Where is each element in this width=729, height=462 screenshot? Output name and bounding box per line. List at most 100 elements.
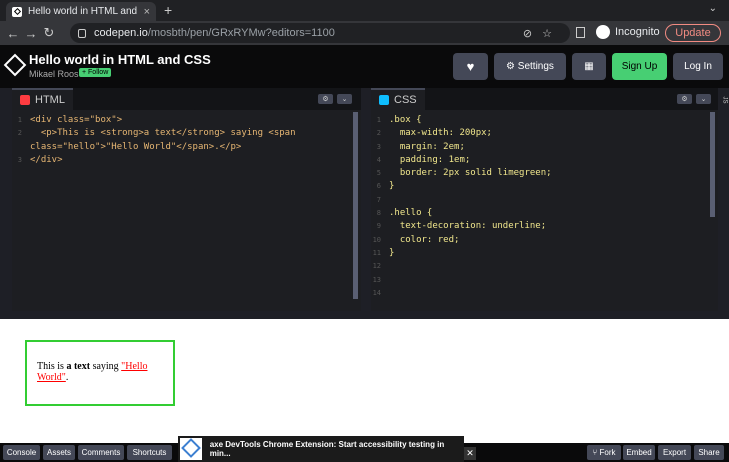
codepen-favicon-icon <box>12 6 22 17</box>
html-settings-button[interactable]: ⚙ <box>318 94 333 104</box>
css-collapse-button[interactable]: ⌄ <box>696 94 711 104</box>
axe-close-button[interactable]: ✕ <box>464 447 476 460</box>
export-button[interactable]: Export <box>658 445 691 460</box>
line-number: 13 <box>372 275 381 284</box>
tab-search-icon[interactable]: ⌄ <box>709 3 717 14</box>
url-host: codepen.io <box>94 27 148 39</box>
code-line[interactable]: 6} <box>371 180 718 193</box>
code-line[interactable]: 1 .box { <box>371 114 718 127</box>
code-line[interactable]: 9 text-decoration: underline; <box>371 220 718 233</box>
log-in-button[interactable]: Log In <box>673 53 723 80</box>
css-tab-label: CSS <box>394 94 417 106</box>
change-view-button[interactable]: ▦ <box>572 53 606 80</box>
code-line[interactable]: 11} <box>371 247 718 260</box>
url-path: /mosbth/pen/GRxRYMw?editors=1100 <box>147 27 335 39</box>
line-number: 5 <box>376 169 381 178</box>
code-line[interactable]: 8 .hello { <box>371 207 718 220</box>
code-line[interactable]: 1 <div class="box"> <box>12 114 361 127</box>
update-button[interactable]: Update <box>665 24 721 42</box>
code-line[interactable]: 5 border: 2px solid limegreen; <box>371 167 718 180</box>
line-number: 1 <box>17 116 22 124</box>
code-line[interactable]: class="hello">"Hello World"</span>.</p> <box>12 141 361 154</box>
share-button[interactable]: Share <box>694 445 724 460</box>
css-code[interactable]: 1 .box {2 max-width: 200px; 3 margin: 2em;… <box>371 110 718 300</box>
new-tab-button[interactable]: + <box>164 2 172 18</box>
forward-icon[interactable]: → <box>22 26 40 41</box>
preview-text-mid: saying <box>90 361 122 372</box>
js-pane-label: JS <box>721 96 728 104</box>
url-input[interactable]: codepen.io /mosbth/pen/GRxRYMw?editors=1… <box>70 23 570 43</box>
code-line[interactable]: 13 <box>371 274 718 287</box>
html-code[interactable]: 1 <div class="box"> 2 <p>This is <strong>a… <box>12 110 361 167</box>
code-text: } <box>389 247 395 258</box>
code-line[interactable]: 4 padding: 1em; <box>371 154 718 167</box>
editors-area: HTML ⚙ ⌄ 1 <div class="box"> 2 <p>This is … <box>0 88 729 319</box>
line-number: 10 <box>372 235 381 244</box>
code-line[interactable]: 2 <p>This is <strong>a text</strong> say… <box>12 127 361 140</box>
preview-text-start: This is <box>37 361 67 372</box>
pen-author[interactable]: Mikael Roos <box>29 69 79 79</box>
code-line[interactable]: 3 </div> <box>12 154 361 167</box>
assets-button[interactable]: Assets <box>43 445 75 460</box>
line-number: 9 <box>376 222 381 231</box>
code-text: color: red; <box>389 234 460 245</box>
tab-css[interactable]: CSS <box>371 88 425 110</box>
code-line[interactable]: 10 color: red; <box>371 234 718 247</box>
code-line[interactable]: 3 margin: 2em; <box>371 141 718 154</box>
side-panel-icon[interactable] <box>576 27 585 38</box>
follow-button[interactable]: + Follow <box>79 68 112 77</box>
line-number: 12 <box>372 262 381 271</box>
code-text: padding: 1em; <box>389 154 471 165</box>
code-text: <p>This is <strong>a text</strong> sayin… <box>30 128 296 139</box>
browser-tab[interactable]: Hello world in HTML and C × <box>6 2 156 21</box>
close-tab-icon[interactable]: × <box>144 6 150 18</box>
code-line[interactable]: 12 <box>371 260 718 273</box>
axe-logo-icon <box>180 438 202 460</box>
codepen-logo-icon[interactable] <box>3 53 27 77</box>
comments-button[interactable]: Comments <box>78 445 124 460</box>
code-line[interactable]: 2 max-width: 200px; <box>371 127 718 140</box>
line-number: 3 <box>17 155 22 164</box>
js-pane-collapsed[interactable]: JS <box>720 88 729 319</box>
preview-strong: a text <box>66 361 91 372</box>
line-number: 7 <box>376 195 381 204</box>
preview-box: This is a text saying "Hello World". <box>25 340 175 406</box>
sign-up-button[interactable]: Sign Up <box>612 53 667 80</box>
back-icon[interactable]: ← <box>4 26 22 41</box>
html-editor-pane: HTML ⚙ ⌄ 1 <div class="box"> 2 <p>This is … <box>12 88 361 311</box>
heart-button[interactable]: ♥ <box>453 53 488 80</box>
embed-button[interactable]: Embed <box>623 445 655 460</box>
console-button[interactable]: Console <box>3 445 40 460</box>
preview-area: This is a text saying "Hello World". <box>0 319 729 443</box>
tab-title: Hello world in HTML and C <box>28 6 140 17</box>
lock-icon <box>78 28 86 38</box>
code-text: } <box>389 181 395 192</box>
css-scrollbar[interactable] <box>710 112 715 217</box>
line-number: 2 <box>17 129 22 138</box>
line-number <box>12 141 30 154</box>
incognito-indicator[interactable]: Incognito <box>596 25 660 39</box>
html-collapse-button[interactable]: ⌄ <box>337 94 352 104</box>
omnibox-icons[interactable]: ⊘☆ <box>523 27 562 40</box>
tab-html[interactable]: HTML <box>12 88 73 110</box>
code-line[interactable]: 7 <box>371 194 718 207</box>
css-icon <box>379 95 389 105</box>
html-tab-label: HTML <box>35 94 65 106</box>
code-line[interactable]: 14 <box>371 287 718 300</box>
settings-button[interactable]: ⚙ Settings <box>494 53 566 80</box>
code-text: max-width: 200px; <box>389 128 492 139</box>
incognito-icon <box>596 25 610 39</box>
line-number: 8 <box>376 209 381 218</box>
code-text: border: 2px solid limegreen; <box>389 168 552 179</box>
css-settings-button[interactable]: ⚙ <box>677 94 692 104</box>
axe-devtools-banner[interactable]: axe DevTools Chrome Extension: Start acc… <box>178 436 464 462</box>
code-text: text-decoration: underline; <box>389 221 547 232</box>
line-number: 3 <box>376 142 381 151</box>
html-scrollbar[interactable] <box>353 112 358 299</box>
code-text: <div class="box"> <box>30 115 123 125</box>
css-editor-pane: CSS ⚙ ⌄ 1 .box {2 max-width: 200px; 3 marg… <box>371 88 718 311</box>
reload-icon[interactable]: ↻ <box>40 25 58 41</box>
shortcuts-button[interactable]: Shortcuts <box>127 445 172 460</box>
fork-button[interactable]: ⑂ Fork <box>587 445 621 460</box>
line-number: 1 <box>376 116 381 124</box>
